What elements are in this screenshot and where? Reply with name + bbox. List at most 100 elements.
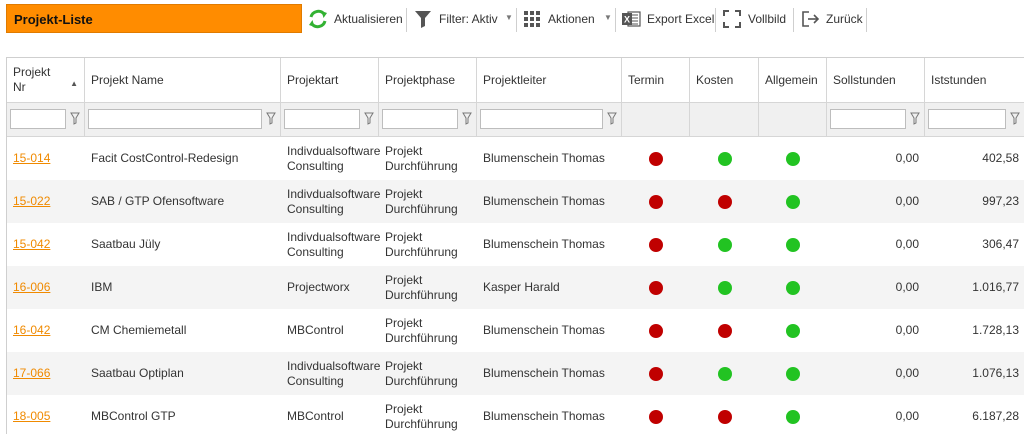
- projektphase: Projekt Durchführung: [379, 223, 477, 266]
- filter-funnel-icon[interactable]: [70, 112, 80, 126]
- filter-funnel-icon[interactable]: [1010, 112, 1020, 126]
- status-dot-icon: [786, 323, 800, 338]
- actions-dropdown-caret-icon[interactable]: ▼: [604, 13, 612, 22]
- kosten-status: [690, 223, 759, 266]
- kosten-status: [690, 180, 759, 223]
- filter-funnel-icon[interactable]: [364, 112, 374, 126]
- table-row[interactable]: 15-022 SAB / GTP Ofensoftware Indivdualsof…: [7, 180, 1024, 223]
- fullscreen-icon: [721, 8, 743, 30]
- filter-input-projektleiter[interactable]: [480, 109, 603, 129]
- table-row[interactable]: 17-066 Saatbau Optiplan Indivdualsoftware C…: [7, 352, 1024, 395]
- refresh-button[interactable]: Aktualisieren: [307, 5, 403, 33]
- projektleiter: Blumenschein Thomas: [483, 366, 605, 380]
- projekt-name: MBControl GTP: [91, 409, 176, 423]
- projektart-line: MBControl: [287, 323, 344, 337]
- allgemein-status: [759, 395, 827, 434]
- sort-ascending-icon[interactable]: ▲: [70, 76, 78, 91]
- table-row[interactable]: 18-005 MBControl GTP MBControl Projekt Durch…: [7, 395, 1024, 434]
- export-excel-button[interactable]: X Export Excel: [620, 5, 714, 33]
- fullscreen-button[interactable]: Vollbild: [721, 5, 786, 33]
- projekt-nr-link[interactable]: 17-066: [7, 352, 85, 395]
- filter-funnel-icon[interactable]: [462, 112, 472, 126]
- col-header-label: Projektphase: [385, 73, 456, 87]
- projekt-nr-link[interactable]: 15-014: [7, 137, 85, 180]
- col-header-label: Termin: [628, 73, 665, 87]
- filter-funnel-icon[interactable]: [266, 112, 276, 126]
- filter-funnel-icon[interactable]: [910, 112, 920, 126]
- projektart: Projectworx: [281, 266, 379, 309]
- iststunden: 306,47: [982, 237, 1019, 251]
- projektleiter: Kasper Harald: [483, 280, 560, 294]
- sollstunden: 0,00: [895, 280, 919, 294]
- allgemein-status: [759, 266, 827, 309]
- filter-input-projekt-name[interactable]: [88, 109, 262, 129]
- projektart-text: MBControl: [287, 409, 344, 424]
- filter-dropdown-caret-icon[interactable]: ▼: [505, 13, 513, 22]
- back-button[interactable]: Zurück: [799, 5, 863, 33]
- filter-cell: [477, 103, 622, 137]
- col-header-iststunden[interactable]: Iststunden: [925, 58, 1024, 103]
- filter-input-projektphase[interactable]: [382, 109, 458, 129]
- filter-input-projekt-nr[interactable]: [10, 109, 66, 129]
- toolbar-divider: [793, 8, 794, 32]
- filter-input-sollstunden[interactable]: [830, 109, 906, 129]
- projektart: Indivdualsoftware Consulting: [281, 223, 380, 266]
- col-header-projektleiter[interactable]: Projektleiter: [477, 58, 622, 103]
- col-header-projektart[interactable]: Projektart: [281, 58, 379, 103]
- col-header-sollstunden[interactable]: Sollstunden: [827, 58, 925, 103]
- projekt-nr-link[interactable]: 18-005: [7, 395, 85, 434]
- projektphase: Projekt Durchführung: [379, 352, 477, 395]
- filter-button[interactable]: Filter: Aktiv: [412, 5, 498, 33]
- projekt-name: Saatbau Jüly: [91, 237, 161, 251]
- table-row[interactable]: 15-042 Saatbau Jüly Indivdualsoftware Consu…: [7, 223, 1024, 266]
- sollstunden: 0,00: [895, 323, 919, 337]
- status-dot-icon: [717, 366, 732, 381]
- col-header-projektphase[interactable]: Projektphase: [379, 58, 477, 103]
- col-header-projekt-name[interactable]: Projekt Name: [85, 58, 281, 103]
- actions-button[interactable]: Aktionen: [521, 5, 595, 33]
- col-header-allgemein[interactable]: Allgemein: [759, 58, 827, 103]
- projekt-nr-link[interactable]: 16-042: [7, 309, 85, 352]
- projektphase-line: Projekt: [385, 358, 423, 373]
- sollstunden: 0,00: [895, 409, 919, 423]
- projektphase: Projekt Durchführung: [379, 395, 477, 434]
- projektart-text: MBControl: [287, 323, 344, 338]
- projekt-nr-link[interactable]: 15-022: [7, 180, 85, 223]
- table-row[interactable]: 16-042 CM Chemiemetall MBControl Projekt Dur…: [7, 309, 1024, 352]
- projektart-line: Indivdualsoftware: [287, 186, 381, 201]
- allgemein-status: [759, 309, 827, 352]
- grid-dots-icon: [521, 8, 543, 30]
- projektphase-line: Durchführung: [385, 201, 458, 216]
- status-dot-icon: [786, 151, 800, 166]
- projektart: Indivdualsoftware Consulting: [281, 137, 380, 180]
- projekt-nr-link[interactable]: 16-006: [7, 266, 85, 309]
- col-header-projekt-nr[interactable]: Projekt Nr ▲: [7, 58, 85, 103]
- table-row[interactable]: 16-006 IBM Projectworx Projekt Durchführung K…: [7, 266, 1024, 309]
- termin-status: [622, 137, 690, 180]
- status-dot-icon: [717, 151, 732, 166]
- sollstunden: 0,00: [895, 366, 919, 380]
- status-dot-icon: [649, 323, 663, 338]
- projektart-text: Projectworx: [287, 280, 350, 295]
- filter-input-iststunden[interactable]: [928, 109, 1006, 129]
- projekt-nr-link[interactable]: 15-042: [7, 223, 85, 266]
- projektphase: Projekt Durchführung: [379, 180, 477, 223]
- projektphase-line: Durchführung: [385, 287, 458, 302]
- projektphase-line: Durchführung: [385, 244, 458, 259]
- projektphase-text: Projekt Durchführung: [385, 316, 458, 346]
- allgemein-status: [759, 137, 827, 180]
- filter-input-projektart[interactable]: [284, 109, 360, 129]
- projektart-line: MBControl: [287, 409, 344, 423]
- status-dot-icon: [649, 366, 663, 381]
- projektphase-text: Projekt Durchführung: [385, 230, 458, 260]
- sollstunden: 0,00: [895, 237, 919, 251]
- projektphase: Projekt Durchführung: [379, 309, 477, 352]
- projektphase-text: Projekt Durchführung: [385, 273, 458, 303]
- table-row[interactable]: 15-014 Facit CostControl-Redesign Indivdua…: [7, 137, 1024, 180]
- status-dot-icon: [717, 237, 732, 252]
- projektart-text: Indivdualsoftware Consulting: [287, 359, 380, 389]
- projektart-line: Consulting: [287, 373, 344, 388]
- col-header-termin[interactable]: Termin: [622, 58, 690, 103]
- col-header-kosten[interactable]: Kosten: [690, 58, 759, 103]
- filter-funnel-icon[interactable]: [607, 112, 617, 126]
